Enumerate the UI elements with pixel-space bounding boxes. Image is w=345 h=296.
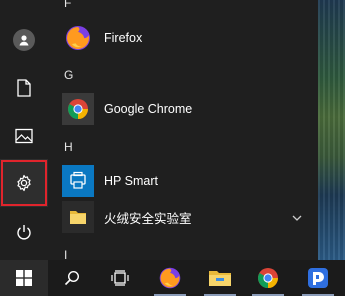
group-header-i[interactable]: I — [64, 248, 67, 260]
desktop-wallpaper — [318, 0, 345, 260]
hp-smart-icon — [62, 165, 94, 197]
start-menu: F Firefox G Google Chrome H HP Smart 火绒安… — [0, 0, 318, 260]
taskbar — [0, 260, 345, 296]
task-view-icon — [111, 270, 129, 286]
documents-icon — [17, 79, 31, 97]
file-explorer-icon — [209, 271, 231, 286]
app-label-hp-smart: HP Smart — [104, 174, 158, 188]
group-header-h[interactable]: H — [64, 140, 73, 154]
app-item-huorong-security-lab[interactable]: 火绒安全实验室 — [62, 199, 316, 235]
app-label-huorong-security-lab: 火绒安全实验室 — [104, 211, 192, 226]
pictures-button[interactable] — [0, 112, 48, 160]
pictures-icon — [15, 128, 33, 144]
taskbar-firefox-button[interactable] — [146, 260, 194, 296]
start-menu-rail — [0, 0, 48, 260]
search-button[interactable] — [48, 260, 96, 296]
taskbar-app-button[interactable] — [294, 260, 342, 296]
user-account-button[interactable] — [0, 16, 48, 64]
firefox-icon — [159, 267, 181, 289]
search-icon — [64, 270, 80, 286]
taskbar-file-explorer-button[interactable] — [196, 260, 244, 296]
app-list: F Firefox G Google Chrome H HP Smart 火绒安… — [48, 0, 318, 260]
power-button[interactable] — [0, 208, 48, 256]
group-header-f[interactable]: F — [64, 0, 71, 10]
chevron-down-icon[interactable] — [292, 209, 302, 227]
task-view-button[interactable] — [96, 260, 144, 296]
taskbar-chrome-button[interactable] — [244, 260, 292, 296]
documents-button[interactable] — [0, 64, 48, 112]
app-item-google-chrome[interactable]: Google Chrome — [62, 91, 316, 127]
chrome-icon — [257, 268, 279, 289]
app-item-firefox[interactable]: Firefox — [62, 20, 316, 56]
chrome-icon — [62, 93, 94, 125]
firefox-icon — [62, 22, 94, 54]
user-icon — [13, 29, 35, 51]
start-windows-icon — [16, 270, 32, 286]
power-icon — [17, 225, 31, 240]
app-label-firefox: Firefox — [104, 31, 143, 45]
folder-icon — [62, 201, 94, 233]
settings-button[interactable] — [0, 159, 48, 207]
group-header-g[interactable]: G — [64, 68, 73, 82]
start-button[interactable] — [0, 260, 48, 296]
settings-icon — [17, 174, 31, 192]
app-icon — [308, 268, 328, 288]
app-item-hp-smart[interactable]: HP Smart — [62, 163, 316, 199]
app-label-google-chrome: Google Chrome — [104, 102, 193, 116]
